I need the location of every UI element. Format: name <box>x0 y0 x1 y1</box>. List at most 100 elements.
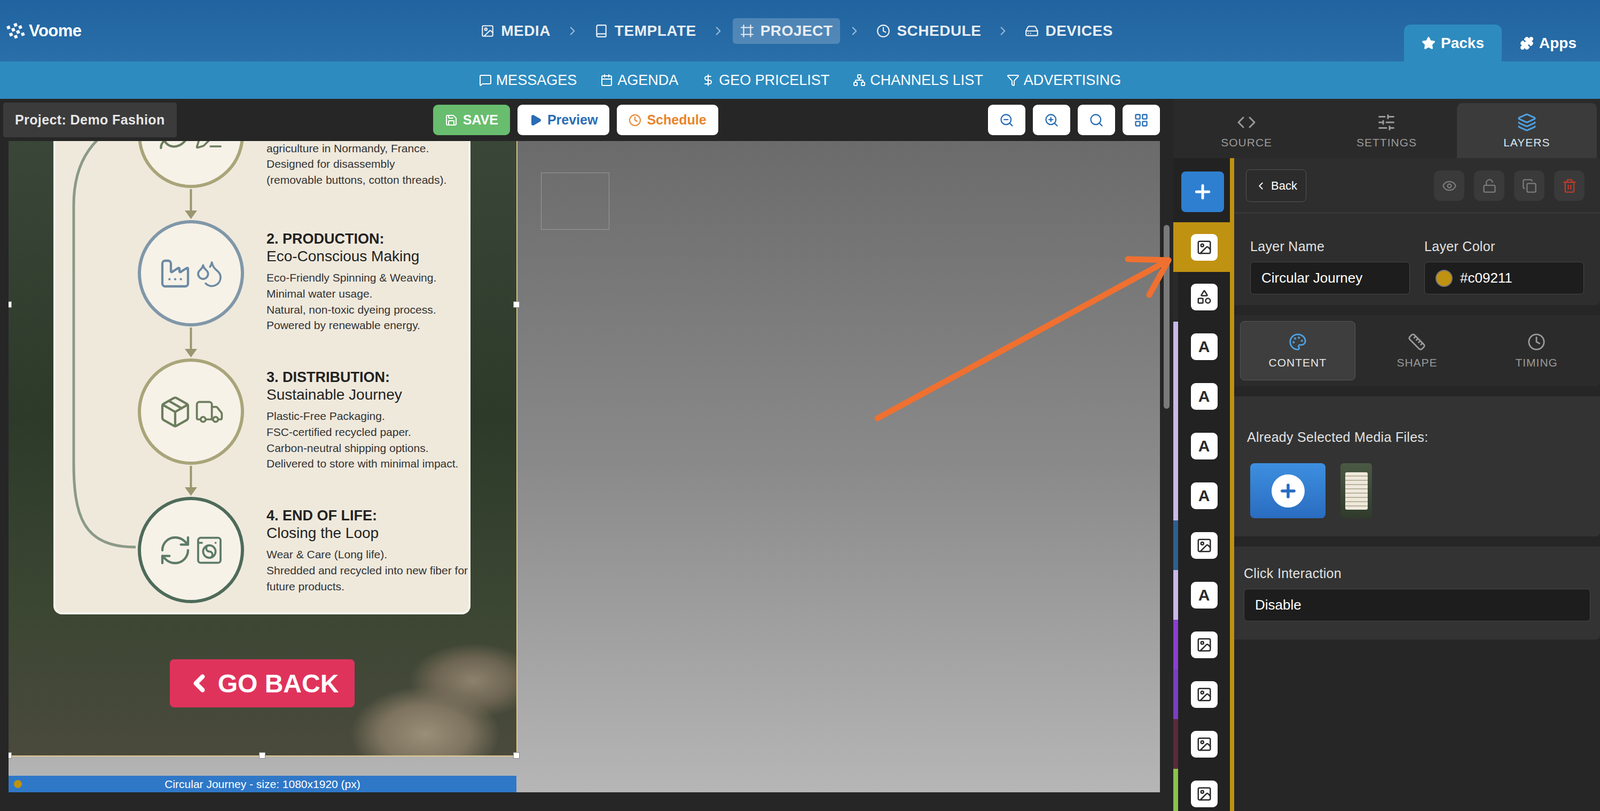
content-tab[interactable]: TIMING <box>1478 320 1595 381</box>
layer-item[interactable]: A <box>1173 321 1230 372</box>
layer-type-icon: A <box>1190 482 1218 509</box>
step-text: 2. PRODUCTION:Eco-Conscious MakingEco-Fr… <box>266 220 469 334</box>
media-row <box>1246 463 1588 519</box>
layer-item[interactable] <box>1173 520 1230 570</box>
app-window: VoomeMEDIA TEMPLATE PROJECT SCHEDULE DEVICES… <box>0 0 1600 811</box>
layer-item[interactable]: A <box>1173 371 1230 421</box>
main-nav: MEDIA TEMPLATE PROJECT SCHEDULE DEVICES <box>473 18 1121 44</box>
click-section: Click Interaction Disable <box>1234 546 1600 640</box>
resize-handle[interactable] <box>259 751 266 759</box>
preview-button[interactable]: Preview <box>517 104 610 136</box>
sub-nav-item[interactable]: MESSAGES <box>479 72 578 89</box>
delete-button[interactable] <box>1554 170 1585 201</box>
step-title: 3. DISTRIBUTION: <box>266 368 469 386</box>
layer-name-input[interactable]: Circular Journey <box>1250 261 1410 295</box>
plus-icon <box>1191 181 1214 203</box>
resize-handle[interactable] <box>513 751 520 759</box>
field-label: Layer Color <box>1424 238 1584 255</box>
eye-icon <box>1441 178 1457 194</box>
action-buttons: SAVEPreviewSchedule <box>433 104 719 136</box>
media-label: Already Selected Media Files: <box>1246 429 1588 445</box>
panel-tab[interactable]: LAYERS <box>1456 103 1597 159</box>
back-button[interactable]: Back <box>1245 169 1307 202</box>
sub-nav: MESSAGES AGENDA GEO PRICELIST CHANNELS LIST… <box>0 61 1600 99</box>
duplicate-button[interactable] <box>1514 170 1545 201</box>
logo[interactable]: Voome <box>5 20 474 42</box>
chevron-left-icon <box>185 669 213 697</box>
save-button[interactable]: SAVE <box>433 104 511 136</box>
panel-tab[interactable]: SOURCE <box>1176 103 1317 159</box>
layer-type-icon <box>1190 233 1218 261</box>
step-line: Natural, non-toxic dyeing process. <box>266 301 469 318</box>
layer-actions-row: Back <box>1234 158 1600 214</box>
layer-item[interactable] <box>1173 718 1230 769</box>
top-tab[interactable]: Packs <box>1404 24 1502 62</box>
puzzle-icon <box>1519 36 1534 51</box>
visibility-button[interactable] <box>1433 170 1465 201</box>
color-swatch[interactable] <box>1435 269 1453 287</box>
click-select[interactable]: Disable <box>1243 588 1591 622</box>
layer-item[interactable]: A <box>1173 569 1230 620</box>
resize-handle[interactable] <box>8 301 12 308</box>
nav-item[interactable]: SCHEDULE <box>868 18 989 44</box>
add-media-button[interactable] <box>1250 463 1326 519</box>
project-label: Project: Demo Fashion <box>3 102 177 138</box>
panel-tab[interactable]: SETTINGS <box>1316 103 1457 159</box>
layer-type-icon: A <box>1190 382 1218 410</box>
layer-type-icon <box>1190 680 1218 708</box>
layer-color-input[interactable]: #c09211 <box>1424 261 1584 295</box>
layer-item[interactable]: A <box>1173 470 1230 521</box>
nav-item[interactable]: MEDIA <box>473 18 559 44</box>
grid-toggle-button[interactable] <box>1122 104 1160 136</box>
content-tab[interactable]: CONTENT <box>1240 320 1356 381</box>
step-line: Powered by renewable energy. <box>266 317 469 334</box>
image-icon <box>1196 686 1213 703</box>
infographic-card: agriculture in Normandy, France.Designed… <box>53 140 471 615</box>
layer-color-dot <box>13 779 22 788</box>
layer-item[interactable] <box>1173 222 1230 272</box>
add-layer-button[interactable] <box>1181 171 1225 213</box>
step-circle <box>137 358 245 465</box>
sub-nav-item[interactable]: ADVERTISING <box>1006 72 1122 89</box>
go-back-button[interactable]: GO BACK <box>169 659 355 708</box>
step-text: 4. END OF LIFE:Closing the LoopWear & Ca… <box>266 496 469 594</box>
nav-item[interactable]: PROJECT <box>732 18 841 44</box>
layer-item[interactable] <box>1173 669 1230 719</box>
layer-item[interactable] <box>1173 271 1230 322</box>
step-arrow-icon <box>137 464 245 497</box>
journey-step: 4. END OF LIFE:Closing the LoopWear & Ca… <box>137 496 469 603</box>
step-icon <box>158 532 193 568</box>
content-tab[interactable]: SHAPE <box>1359 320 1476 381</box>
scroll-thumb[interactable] <box>1163 224 1170 409</box>
step-icon <box>194 140 225 151</box>
selection-label: Circular Journey - size: 1080x1920 (px) <box>8 775 517 792</box>
lock-button[interactable] <box>1473 170 1505 201</box>
step-line: Wear & Care (Long life). <box>266 546 469 563</box>
sub-nav-item[interactable]: CHANNELS LIST <box>852 72 984 89</box>
empty-layer-box[interactable] <box>540 172 610 230</box>
layer-item[interactable]: A <box>1173 420 1230 471</box>
plus-icon <box>1271 474 1305 508</box>
step-line: Plastic-Free Packaging. <box>266 408 469 425</box>
schedule-button[interactable]: Schedule <box>616 104 718 136</box>
zoom-fit-button[interactable] <box>1077 104 1116 136</box>
media-thumbnail[interactable] <box>1340 463 1372 519</box>
image-layer[interactable]: agriculture in Normandy, France.Designed… <box>8 140 517 756</box>
resize-handle[interactable] <box>8 751 12 759</box>
layer-item[interactable] <box>1173 768 1230 811</box>
step-line: Delivered to store with minimal impact. <box>266 455 469 472</box>
nav-item[interactable]: DEVICES <box>1017 18 1120 44</box>
layer-item[interactable] <box>1173 619 1230 670</box>
sub-nav-item[interactable]: AGENDA <box>600 72 679 89</box>
sub-nav-item[interactable]: GEO PRICELIST <box>701 72 830 89</box>
zoom-in-button[interactable] <box>1032 104 1071 136</box>
media-section: Already Selected Media Files: <box>1234 396 1600 537</box>
click-label: Click Interaction <box>1243 565 1591 582</box>
nav-item[interactable]: TEMPLATE <box>586 18 704 44</box>
resize-handle[interactable] <box>513 301 520 308</box>
layer-type-icon <box>1190 780 1218 807</box>
canvas-stage[interactable]: agriculture in Normandy, France.Designed… <box>8 140 1160 792</box>
zoom-out-button[interactable] <box>987 104 1026 136</box>
nav-item-icon <box>740 24 755 38</box>
top-tab[interactable]: Apps <box>1508 24 1589 62</box>
